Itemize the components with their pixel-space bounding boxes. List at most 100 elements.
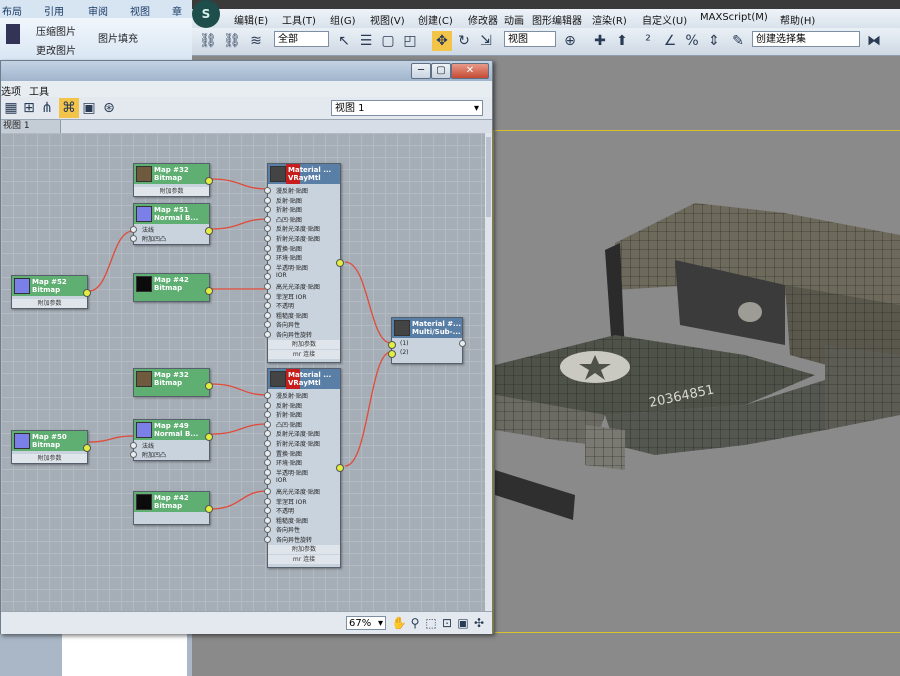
input-socket[interactable] [264,536,271,543]
vray-material-node-1[interactable]: Material ... VRayMtl 附加参数 mr 连接 漫反射·贴图 反射… [264,163,344,363]
input-socket[interactable] [264,321,271,329]
input-socket[interactable] [264,459,271,467]
menu-group[interactable]: 组(G) [330,12,356,27]
input-socket[interactable] [264,283,271,290]
output-socket[interactable] [205,433,213,441]
menu-help[interactable]: 帮助(H) [780,12,815,27]
unlink-icon[interactable]: ⛓ [222,31,242,51]
input-socket[interactable] [130,442,137,449]
link-icon[interactable]: ⛓ [198,31,218,51]
word-tab-references[interactable]: 引用 [44,3,64,18]
map-node[interactable]: Map #50 Bitmap 附加参数 [11,430,91,464]
snaps-toggle-icon[interactable]: ² [638,31,658,51]
select-and-manipulate-icon[interactable]: ✚ [590,31,610,51]
output-socket[interactable] [205,287,213,295]
map-node[interactable]: Map #52 Bitmap 附加参数 [11,275,91,309]
mirror-icon[interactable]: ⧓ [864,31,884,51]
input-socket[interactable] [264,507,271,515]
menu-animation[interactable]: 动画 [504,12,524,27]
menu-modifiers[interactable]: 修改器 [468,12,498,27]
input-socket[interactable] [388,341,396,349]
change-picture-button[interactable]: 更改图片 [36,42,76,57]
view-dropdown[interactable]: 视图 1 ▾ [331,100,483,116]
input-socket[interactable] [264,449,271,457]
output-socket[interactable] [336,259,344,267]
max-app-logo[interactable]: S [192,0,220,28]
input-socket[interactable] [264,488,271,495]
close-button[interactable]: ✕ [451,63,489,79]
input-socket[interactable] [264,440,271,447]
zoom-field[interactable]: 67% ▾ [346,616,386,630]
input-socket[interactable] [264,187,271,194]
select-and-rotate-icon[interactable]: ↻ [454,31,474,51]
map-node[interactable]: Map #49 Normal B... 法线 附加凹凸 [130,419,213,461]
input-socket[interactable] [264,392,271,399]
view-tab[interactable]: 视图 1 [1,120,61,133]
compress-pictures-button[interactable]: 压缩图片 [36,23,76,38]
input-socket[interactable] [264,244,271,252]
menu-rendering[interactable]: 渲染(R) [592,12,627,27]
select-and-move-icon[interactable]: ✥ [432,31,452,51]
menu-views[interactable]: 视图(V) [370,12,405,27]
map-node[interactable]: Map #51 Normal B... 法线 附加凹凸 [130,203,213,245]
output-socket[interactable] [205,227,213,235]
input-socket[interactable] [388,350,396,358]
output-socket[interactable] [83,289,91,297]
menu-maxscript[interactable]: MAXScript(M) [700,12,768,23]
word-tab-review[interactable]: 审阅 [88,3,108,18]
map-node[interactable]: Map #42 Bitmap [133,273,213,302]
input-socket[interactable] [264,420,271,428]
angle-snap-icon[interactable]: ∠ [660,31,680,51]
show-map-icon[interactable]: ▣ [79,98,99,118]
word-tab-view[interactable]: 视图 [130,3,150,18]
input-socket[interactable] [264,273,271,281]
output-socket[interactable] [205,177,213,185]
input-socket[interactable] [264,411,271,419]
input-socket[interactable] [264,516,271,524]
vray-material-node-2[interactable]: Material ... VRayMtl 附加参数 mr 连接 漫反射·贴图 反射… [264,368,344,568]
rect-selection-icon[interactable]: ▢ [378,31,398,51]
node-canvas[interactable]: Map #32 Bitmap 附加参数 Map #51 Normal B... … [1,133,485,611]
output-socket[interactable] [205,505,213,513]
menu-tools[interactable]: 工具(T) [282,12,316,27]
output-socket[interactable] [83,444,91,452]
select-and-scale-icon[interactable]: ⇲ [476,31,496,51]
input-socket[interactable] [264,430,271,438]
keyboard-shortcut-icon[interactable]: ⬆ [612,31,632,51]
picture-tool-icon[interactable] [6,24,20,44]
maximize-button[interactable]: ▢ [431,63,451,79]
input-socket[interactable] [264,292,271,300]
material-map-navigator-icon[interactable]: ⊛ [99,98,119,118]
multi-sub-object-node[interactable]: Material #... Multi/Sub-... (1) (2) [388,317,466,364]
scrollbar-thumb[interactable] [486,137,491,217]
layout-all-icon[interactable]: ⌘ [59,98,79,118]
input-socket[interactable] [264,331,271,338]
hide-unused-slots-icon[interactable]: ⋔ [37,98,57,118]
minimize-button[interactable]: ─ [411,63,431,79]
slate-title-bar[interactable]: ─ ▢ ✕ [1,61,492,81]
input-socket[interactable] [130,226,137,233]
input-socket[interactable] [264,526,271,534]
slate-menu-options[interactable]: 选项 [1,83,21,98]
picture-fill-button[interactable]: 图片填充 [98,30,138,45]
jeep-model[interactable]: 20364851 [495,195,900,535]
input-socket[interactable] [264,235,271,242]
pan-to-selected-icon[interactable]: ✣ [469,613,489,633]
output-socket[interactable] [336,464,344,472]
select-by-name-icon[interactable]: ☰ [356,31,376,51]
output-socket[interactable] [205,382,213,390]
input-socket[interactable] [130,451,137,458]
input-socket[interactable] [264,225,271,233]
input-socket[interactable] [264,215,271,223]
word-tab-layout[interactable]: 布局 [2,3,22,18]
select-tool-icon[interactable]: ▦ [1,98,21,118]
move-children-icon[interactable]: ⊞ [19,98,39,118]
input-socket[interactable] [264,497,271,505]
menu-customize[interactable]: 自定义(U) [642,12,687,27]
named-selection-set-dropdown[interactable]: 创建选择集 [752,31,860,47]
spinner-snap-icon[interactable]: ⇕ [704,31,724,51]
menu-graph-editors[interactable]: 图形编辑器 [532,12,582,27]
menu-edit[interactable]: 编辑(E) [234,12,268,27]
output-socket[interactable] [459,340,466,347]
input-socket[interactable] [264,401,271,409]
